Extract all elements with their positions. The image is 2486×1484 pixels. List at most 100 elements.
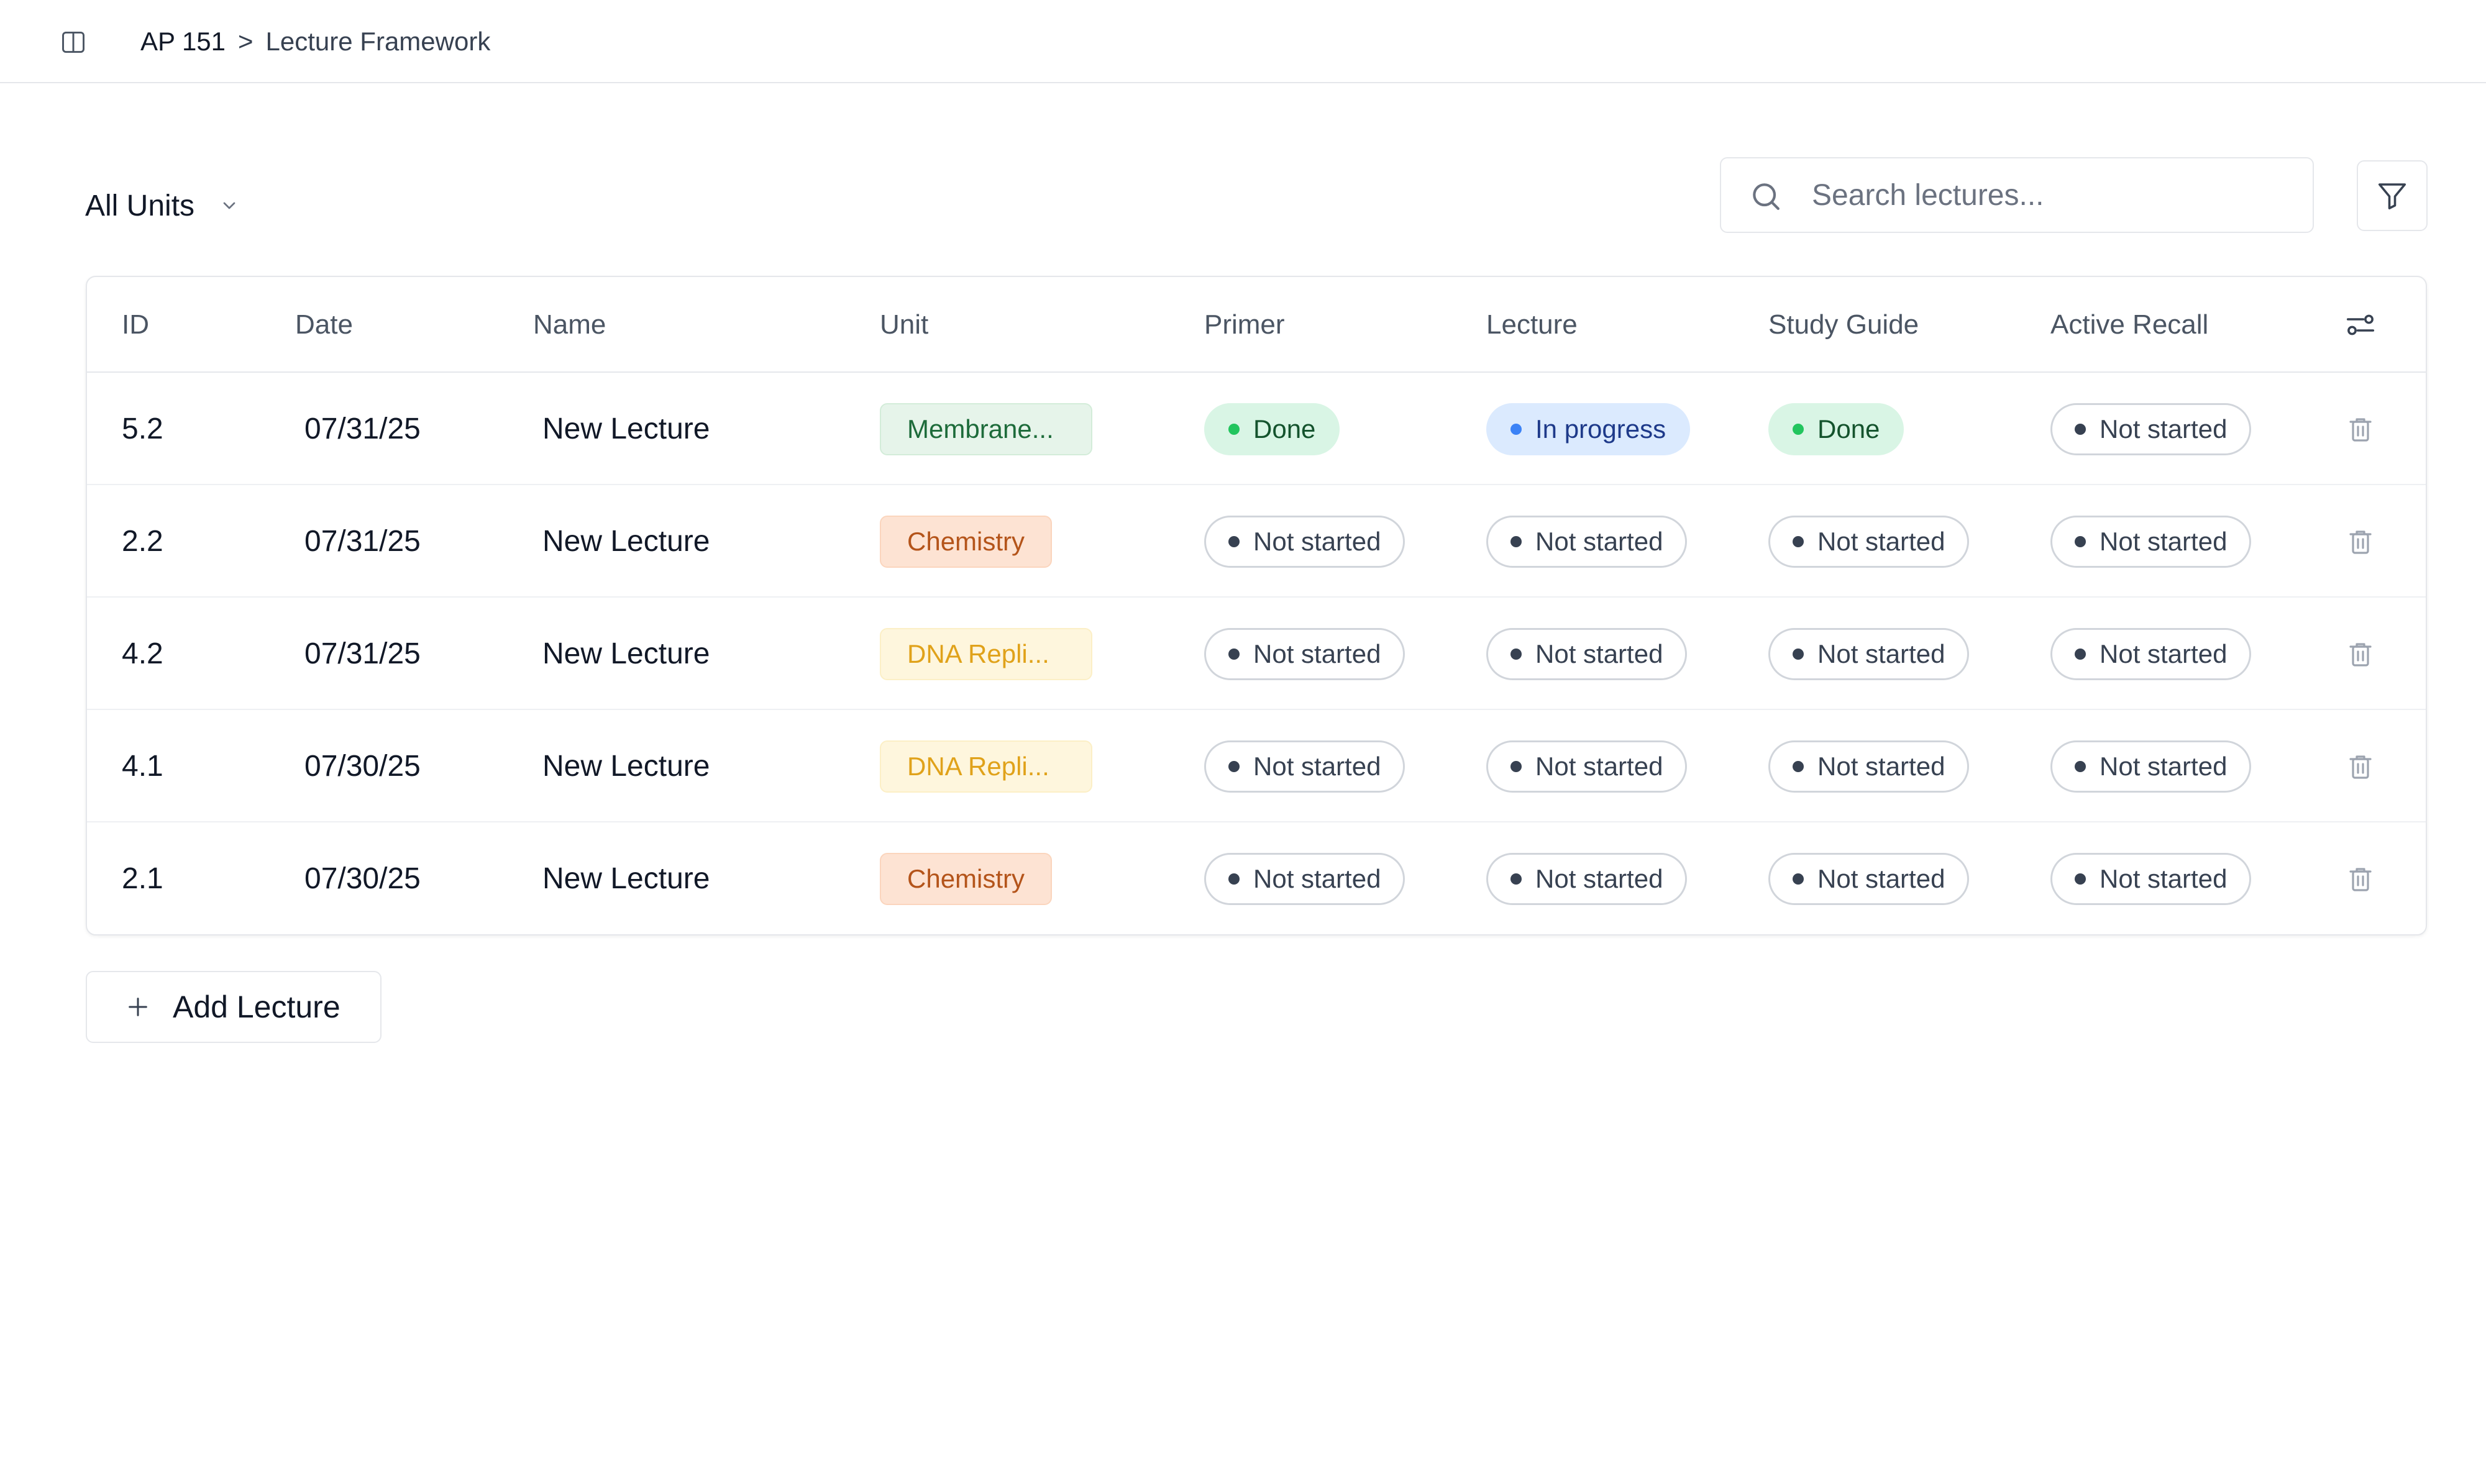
status-label: Not started [2100,863,2228,893]
status-label: Not started [2100,751,2228,781]
sidebar-toggle-button[interactable] [57,26,89,58]
lecture-status-cell: Not started [1486,598,1688,710]
breadcrumb-current-page: Lecture Framework [265,27,491,56]
status-label: Not started [1253,751,1381,781]
column-header-id[interactable]: ID [122,277,149,373]
unit-cell: Chemistry [880,822,1053,934]
table-row[interactable]: 4.2 07/31/25 New Lecture DNA Repli... Not st… [87,598,2426,710]
lecture-status-badge[interactable]: Not started [1486,740,1688,793]
unit-tag[interactable]: Chemistry [880,515,1053,568]
unit-tag[interactable]: DNA Repli... [880,740,1092,793]
column-header-name[interactable]: Name [533,277,606,373]
lecture-status-cell: Not started [1486,485,1688,598]
status-dot-icon [1793,535,1804,547]
chevron-down-icon [223,202,235,209]
primer-status-badge[interactable]: Done [1204,403,1340,455]
active-recall-status-cell: Not started [2050,373,2252,485]
primer-status-badge[interactable]: Not started [1204,852,1405,905]
study-guide-status-cell: Done [1768,373,1904,485]
delete-lecture-button[interactable] [2344,750,2377,783]
settings-sliders-icon[interactable] [2344,308,2377,342]
column-header-lecture[interactable]: Lecture [1486,277,1578,373]
add-lecture-button[interactable]: Add Lecture [86,971,382,1043]
unit-tag[interactable]: DNA Repli... [880,627,1092,680]
study-guide-status-badge[interactable]: Not started [1768,515,1970,568]
study-guide-status-badge[interactable]: Not started [1768,627,1970,680]
active-recall-status-badge[interactable]: Not started [2050,740,2252,793]
status-dot-icon [1510,760,1522,772]
trash-icon [2349,643,2372,667]
status-label: Done [1817,414,1880,444]
filter-button[interactable] [2357,160,2428,231]
study-guide-status-badge[interactable]: Not started [1768,852,1970,905]
unit-tag[interactable]: Membrane... [880,403,1092,455]
lecture-status-badge[interactable]: Not started [1486,515,1688,568]
table-row[interactable]: 5.2 07/31/25 New Lecture Membrane... Done In … [87,373,2426,485]
breadcrumb-course[interactable]: AP 151 [140,27,226,57]
primer-status-badge[interactable]: Not started [1204,740,1405,793]
study-guide-status-badge[interactable]: Done [1768,403,1904,455]
filter-icon [2378,183,2406,210]
breadcrumb-separator: > [238,27,254,56]
status-label: Not started [1535,526,1663,556]
status-label: Not started [2100,526,2228,556]
status-dot-icon [1228,873,1240,885]
primer-status-cell: Done [1204,373,1340,485]
status-dot-icon [2075,873,2086,885]
lecture-status-badge[interactable]: In progress [1486,403,1691,455]
lecture-date: 07/30/25 [304,862,421,895]
active-recall-status-badge[interactable]: Not started [2050,403,2252,455]
search-box [1720,157,2314,233]
status-label: Not started [1817,639,1945,668]
status-label: In progress [1535,414,1666,444]
lecture-name[interactable]: New Lecture [542,485,710,598]
column-header-unit[interactable]: Unit [880,277,928,373]
status-dot-icon [2075,760,2086,772]
lecture-name[interactable]: New Lecture [542,373,710,485]
status-label: Not started [1253,863,1381,893]
column-header-date[interactable]: Date [295,277,353,373]
lectures-table: ID Date Name Unit Primer Lecture Study G… [86,276,2427,935]
study-guide-status-badge[interactable]: Not started [1768,740,1970,793]
lecture-date: 07/31/25 [304,412,421,445]
plus-icon [129,998,147,1016]
table-row[interactable]: 2.1 07/30/25 New Lecture Chemistry Not start… [87,822,2426,934]
active-recall-status-badge[interactable]: Not started [2050,627,2252,680]
active-recall-status-badge[interactable]: Not started [2050,852,2252,905]
lecture-status-badge[interactable]: Not started [1486,852,1688,905]
lecture-status-badge[interactable]: Not started [1486,627,1688,680]
status-label: Not started [1535,751,1663,781]
unit-tag[interactable]: Chemistry [880,852,1053,905]
lecture-name[interactable]: New Lecture [542,710,710,822]
status-dot-icon [1228,760,1240,772]
active-recall-status-badge[interactable]: Not started [2050,515,2252,568]
status-dot-icon [1793,873,1804,885]
search-input[interactable] [1812,158,2296,232]
status-label: Not started [1535,639,1663,668]
primer-status-cell: Not started [1204,822,1405,934]
delete-lecture-button[interactable] [2344,412,2377,446]
column-header-active-recall[interactable]: Active Recall [2050,277,2208,373]
status-dot-icon [1793,423,1804,435]
unit-filter-dropdown[interactable]: All Units [85,185,239,226]
status-dot-icon [1228,648,1240,660]
delete-lecture-button[interactable] [2344,637,2377,671]
delete-lecture-button[interactable] [2344,862,2377,896]
table-row[interactable]: 4.1 07/30/25 New Lecture DNA Repli... Not st… [87,710,2426,822]
column-header-study-guide[interactable]: Study Guide [1768,277,1919,373]
trash-icon [2349,868,2372,891]
lecture-id: 5.2 [122,412,163,445]
lecture-name[interactable]: New Lecture [542,598,710,710]
table-row[interactable]: 2.2 07/31/25 New Lecture Chemistry Not start… [87,485,2426,598]
trash-icon [2349,755,2372,779]
unit-cell: Membrane... [880,373,1092,485]
status-dot-icon [2075,648,2086,660]
delete-lecture-button[interactable] [2344,525,2377,558]
lecture-name[interactable]: New Lecture [542,822,710,934]
status-label: Not started [1253,526,1381,556]
primer-status-badge[interactable]: Not started [1204,515,1405,568]
status-label: Not started [1817,863,1945,893]
primer-status-badge[interactable]: Not started [1204,627,1405,680]
status-dot-icon [1793,648,1804,660]
column-header-primer[interactable]: Primer [1204,277,1285,373]
